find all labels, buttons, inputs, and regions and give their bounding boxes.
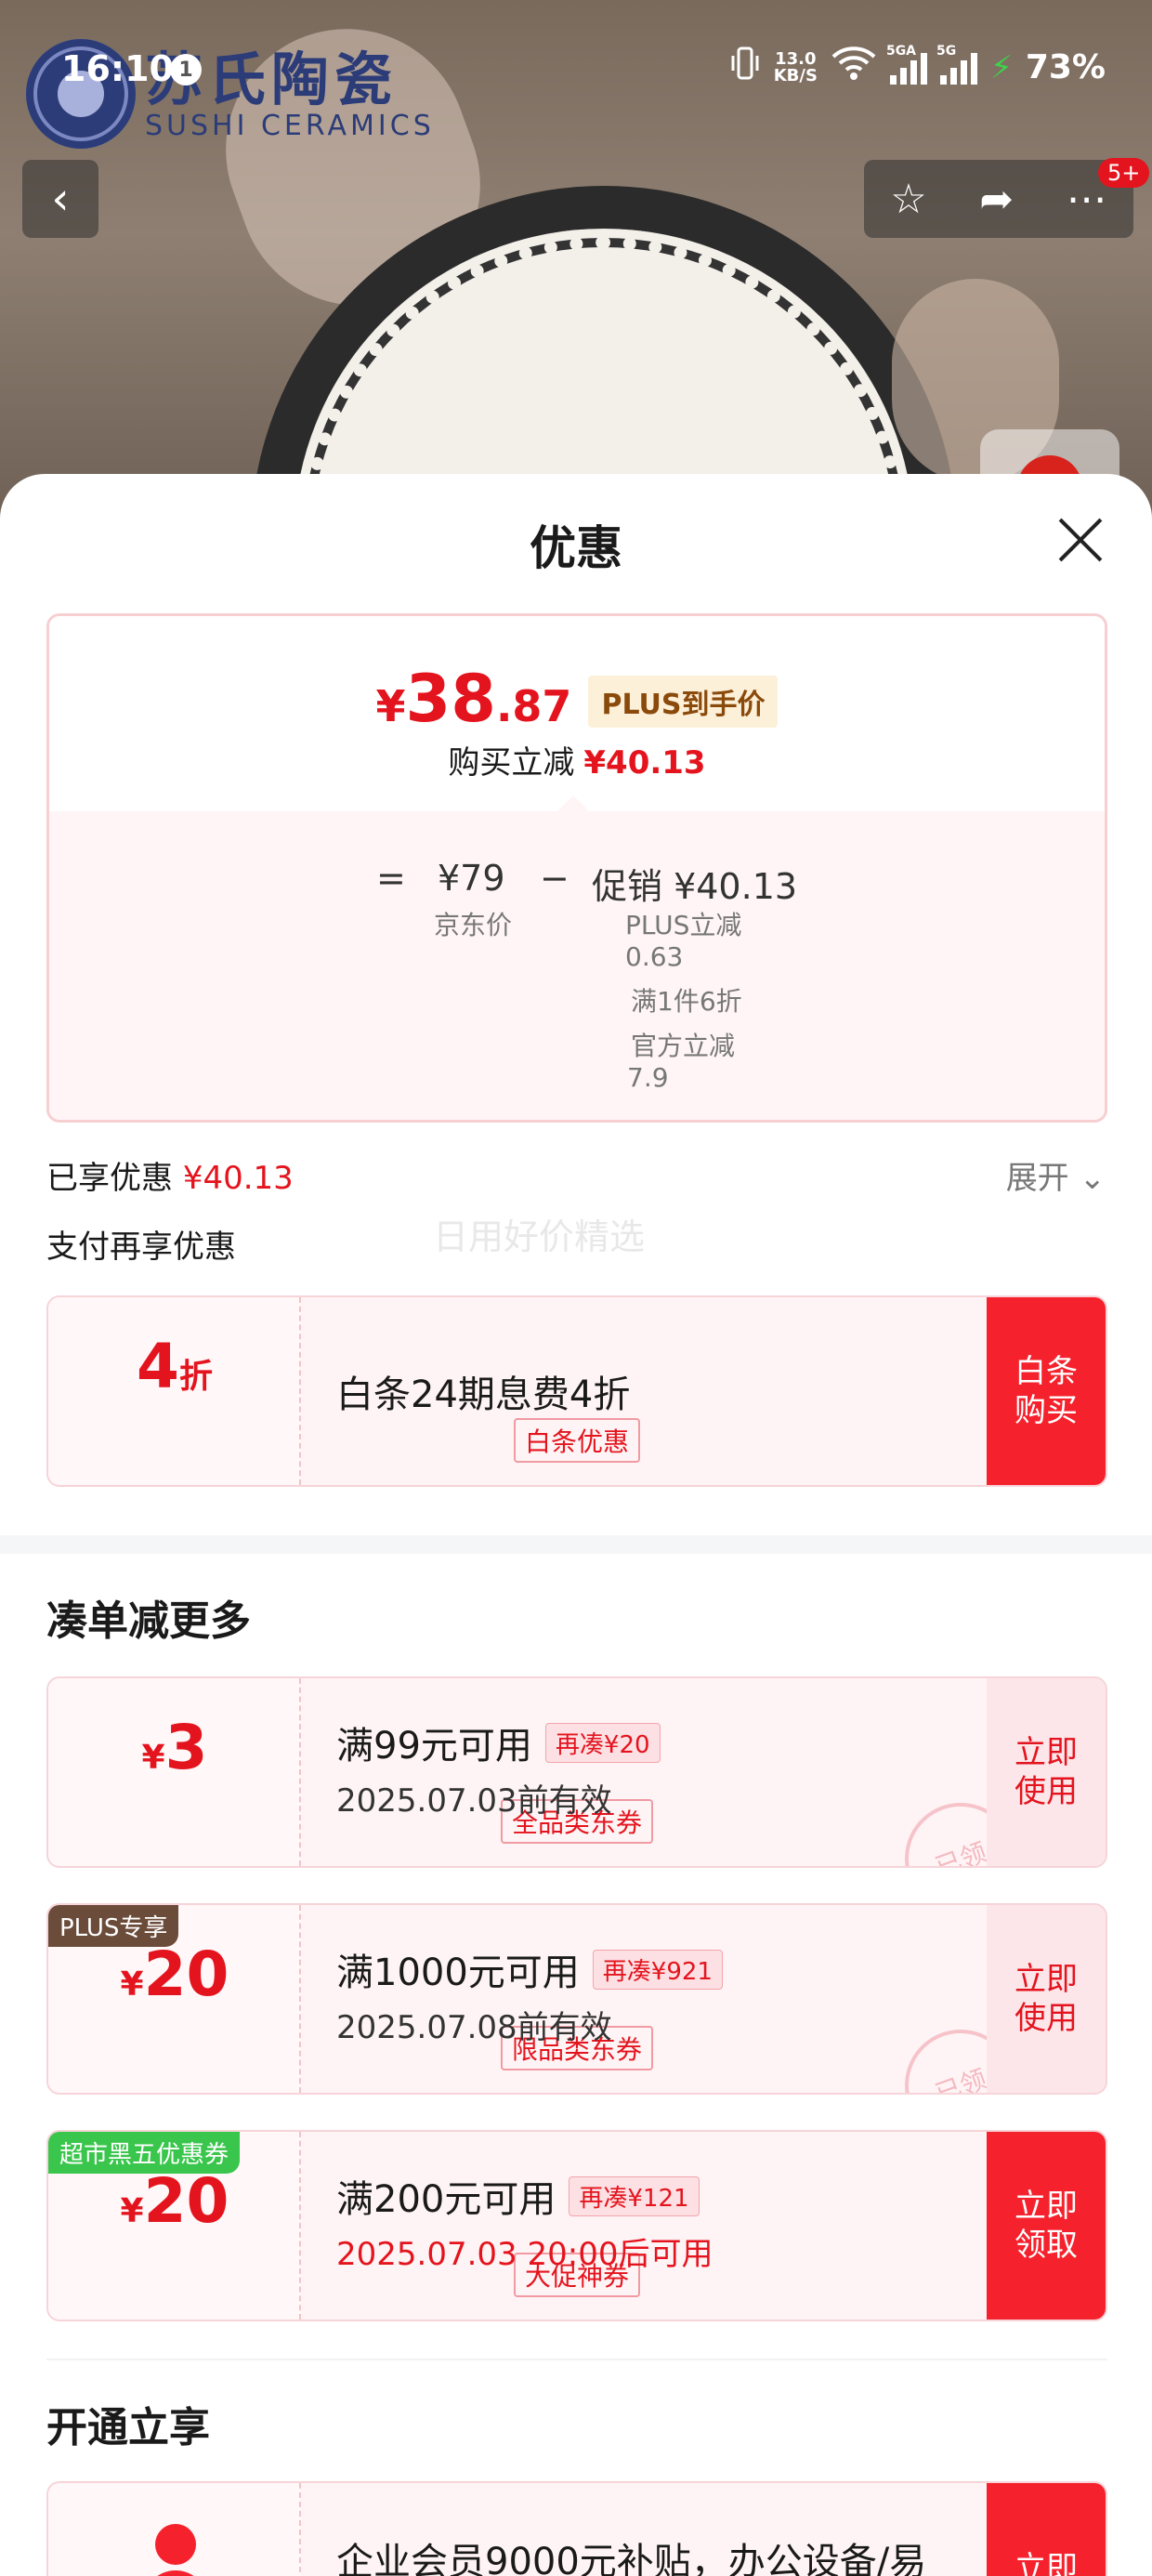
wifi-icon	[831, 46, 877, 89]
vibrate-icon	[729, 45, 761, 90]
sheet-title: 优惠	[530, 521, 622, 575]
enjoyed-label: 已享优惠	[46, 1160, 173, 1197]
net-speed: 13.0 KB/S	[773, 50, 818, 85]
signal2-label: 5G	[936, 43, 957, 59]
coupon-card: 超市黑五优惠券 ¥20 大促神券 满200元可用 再凑¥121 2025.07.…	[46, 2130, 1107, 2321]
net-speed-unit: KB/S	[773, 65, 818, 85]
baitiao-desc: 白条24期息费4折	[336, 1364, 630, 1418]
promo-item: 7.9	[627, 1062, 669, 1093]
coupon-condition: 满200元可用	[336, 2178, 556, 2221]
reduce-line: 购买立减 ¥40.13	[49, 737, 1105, 782]
coupon-value: 3	[164, 1712, 208, 1783]
open-now-button[interactable]: 立即	[987, 2483, 1106, 2576]
baitiao-card: 4折 白条优惠 白条24期息费4折 白条 购买	[46, 1295, 1107, 1487]
baitiao-kind: 白条优惠	[513, 1418, 641, 1463]
baitiao-unit: 折	[178, 1358, 213, 1396]
final-price: ¥38.87	[376, 661, 572, 737]
promo-item: 官方立减	[631, 1031, 736, 1061]
coupon-gap-tag: 再凑¥20	[544, 1722, 661, 1763]
pay-more-label: 支付再享优惠	[46, 1229, 236, 1266]
divider	[46, 2359, 1107, 2360]
enjoyed-amount: ¥40.13	[182, 1160, 294, 1197]
promo-item: PLUS立减	[625, 910, 742, 940]
coupon-yen: ¥	[141, 1739, 165, 1777]
final-price-int: 38	[405, 661, 496, 737]
battery-level: 73%	[1025, 48, 1106, 86]
coupon-condition: 满1000元可用	[336, 1952, 580, 1994]
coupon-amount: ¥20	[48, 1939, 301, 2010]
coupon-desc: 满99元可用 再凑¥20	[336, 1715, 661, 1769]
baitiao-discount: 4折	[48, 1331, 301, 1402]
open-section-title: 开通立享	[46, 2404, 210, 2451]
promo-item: 满1件6折	[631, 986, 742, 1017]
baitiao-desc-text: 白条24期息费4折	[336, 1373, 631, 1416]
expand-button[interactable]: 展开 ⌄	[1006, 1152, 1106, 1198]
member-card: 企业会员9000元补贴，办公设备/易 立即	[46, 2481, 1107, 2576]
price-formula	[49, 811, 1105, 1120]
chevron-left-icon: ‹	[51, 173, 70, 225]
promo-item: 0.63	[625, 941, 684, 972]
coupon-validity: 2025.07.03 20:00后可用	[336, 2236, 713, 2273]
notification-count: 1	[170, 54, 202, 85]
status-time: 16:10	[61, 48, 174, 89]
signal1-label: 5GA	[885, 43, 917, 59]
coupon-amount: ¥3	[48, 1712, 301, 1783]
coupon-gap-tag: 再凑¥921	[592, 1949, 723, 1990]
enjoyed-discount: 已享优惠 ¥40.13	[46, 1152, 294, 1198]
coupon-validity: 2025.07.08前有效	[336, 2009, 612, 2046]
coupon-amount: ¥20	[48, 2165, 301, 2237]
coupon-yen: ¥	[120, 2192, 144, 2230]
signal-icon: 5GA	[886, 44, 927, 85]
claim-coupon-button[interactable]: 立即 领取	[987, 2132, 1106, 2320]
baitiao-buy-button[interactable]: 白条 购买	[987, 1297, 1106, 1485]
reduce-label: 购买立减	[448, 744, 575, 782]
chevron-down-icon: ⌄	[1079, 1160, 1106, 1197]
promo-total: 促销 ¥40.13	[592, 866, 798, 907]
share-icon[interactable]: ➦	[979, 176, 1014, 223]
coupon-gap-tag: 再凑¥121	[569, 2175, 700, 2216]
use-coupon-button[interactable]: 立即 使用	[987, 1905, 1106, 2093]
coupon-card: ¥3 全品类东券 满99元可用 再凑¥20 2025.07.03前有效 已领 立…	[46, 1676, 1107, 1868]
coupon-condition: 满99元可用	[336, 1725, 532, 1768]
coupon-yen: ¥	[120, 1965, 144, 2004]
more-section-title: 凑单减更多	[46, 1597, 251, 1645]
reduce-amount: ¥40.13	[583, 744, 706, 782]
price-breakdown: ¥38.87 PLUS到手价 购买立减 ¥40.13 = ¥79 − 促销 ¥40…	[46, 613, 1107, 1123]
baitiao-amount: 4	[137, 1331, 179, 1402]
status-bar: 16:10 1 13.0 KB/S 5GA 5G ⚡ 73%	[0, 0, 1152, 139]
plus-price-tag: PLUS到手价	[588, 676, 779, 728]
close-icon[interactable]	[1057, 517, 1104, 563]
jd-price: ¥79	[438, 858, 505, 899]
charging-icon: ⚡	[989, 48, 1013, 86]
coupon-value: 20	[143, 2165, 229, 2237]
section-divider	[0, 1535, 1152, 1554]
coupon-card: PLUS专享 ¥20 限品类东券 满1000元可用 再凑¥921 2025.07…	[46, 1903, 1107, 2095]
person-icon	[143, 2524, 208, 2576]
coupon-desc: 满200元可用 再凑¥121	[336, 2169, 700, 2223]
top-actions: ☆ ➦ ⋯	[864, 160, 1133, 238]
star-icon[interactable]: ☆	[890, 176, 926, 223]
coupon-desc: 满1000元可用 再凑¥921	[336, 1942, 723, 1996]
formula-minus: −	[540, 858, 569, 899]
back-button[interactable]: ‹	[22, 160, 98, 238]
jd-price-label: 京东价	[434, 910, 513, 940]
member-desc: 企业会员9000元补贴，办公设备/易	[336, 2541, 927, 2576]
message-badge: 5+	[1098, 158, 1150, 188]
formula-equals: =	[376, 858, 406, 899]
signal-icon: 5G	[936, 44, 977, 85]
final-price-yen: ¥	[375, 681, 406, 731]
final-price-dec: .87	[495, 681, 572, 731]
use-coupon-button[interactable]: 立即 使用	[987, 1678, 1106, 1866]
watermark-text: 日用好价精选	[433, 1216, 646, 1257]
coupon-validity: 2025.07.03前有效	[336, 1782, 612, 1820]
expand-label: 展开	[1005, 1160, 1069, 1197]
coupon-value: 20	[143, 1939, 229, 2010]
